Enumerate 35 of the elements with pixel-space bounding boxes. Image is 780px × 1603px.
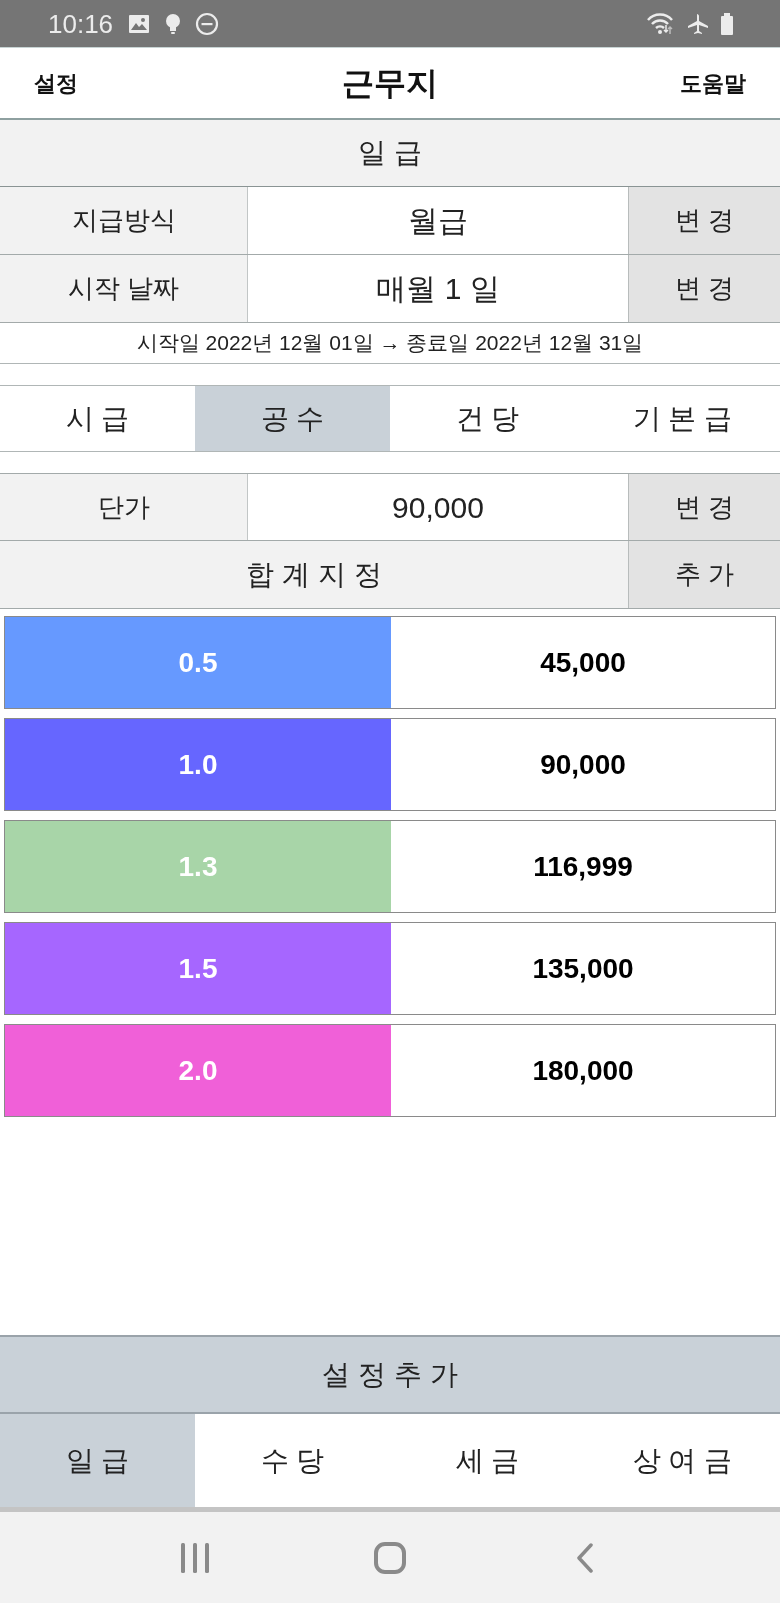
add-settings-button[interactable]: 설 정 추 가	[0, 1335, 780, 1414]
multiplier-row[interactable]: 1.5 135,000	[4, 922, 776, 1015]
setting-label: 지급방식	[0, 187, 248, 254]
battery-icon	[720, 11, 734, 36]
section-title: 일 급	[0, 120, 780, 187]
lightbulb-icon	[165, 11, 182, 36]
multiplier-factor: 1.5	[5, 923, 391, 1014]
settings-button[interactable]: 설정	[34, 66, 78, 100]
add-button[interactable]: 추 가	[628, 541, 780, 608]
period-text: 시작일 2022년 12월 01일 → 종료일 2022년 12월 31일	[0, 323, 780, 364]
total-label: 합 계 지 정	[0, 541, 628, 608]
page-title: 근무지	[342, 64, 438, 103]
multiplier-factor: 1.0	[5, 719, 391, 810]
multiplier-row[interactable]: 1.0 90,000	[4, 718, 776, 811]
unit-price-label: 단가	[0, 474, 248, 540]
multiplier-row[interactable]: 0.5 45,000	[4, 616, 776, 709]
home-icon[interactable]	[374, 1541, 406, 1574]
wifi-icon	[646, 11, 676, 36]
do-not-disturb-icon	[195, 11, 220, 36]
recent-apps-icon[interactable]	[181, 1542, 209, 1573]
back-icon[interactable]	[576, 1542, 594, 1573]
multiplier-factor: 1.3	[5, 821, 391, 912]
multiplier-row[interactable]: 2.0 180,000	[4, 1024, 776, 1117]
multiplier-row[interactable]: 1.3 116,999	[4, 820, 776, 913]
change-button[interactable]: 변 경	[628, 187, 780, 254]
change-button[interactable]: 변 경	[628, 474, 780, 540]
airplane-icon	[686, 11, 710, 36]
multiplier-factor: 2.0	[5, 1025, 391, 1116]
multiplier-factor: 0.5	[5, 617, 391, 708]
help-button[interactable]: 도움말	[680, 66, 746, 100]
pay-tab[interactable]: 공 수	[195, 386, 390, 451]
change-button[interactable]: 변 경	[628, 255, 780, 322]
status-time: 10:16	[48, 10, 114, 37]
bottom-tab[interactable]: 일 급	[0, 1414, 195, 1507]
setting-label: 시작 날짜	[0, 255, 248, 322]
